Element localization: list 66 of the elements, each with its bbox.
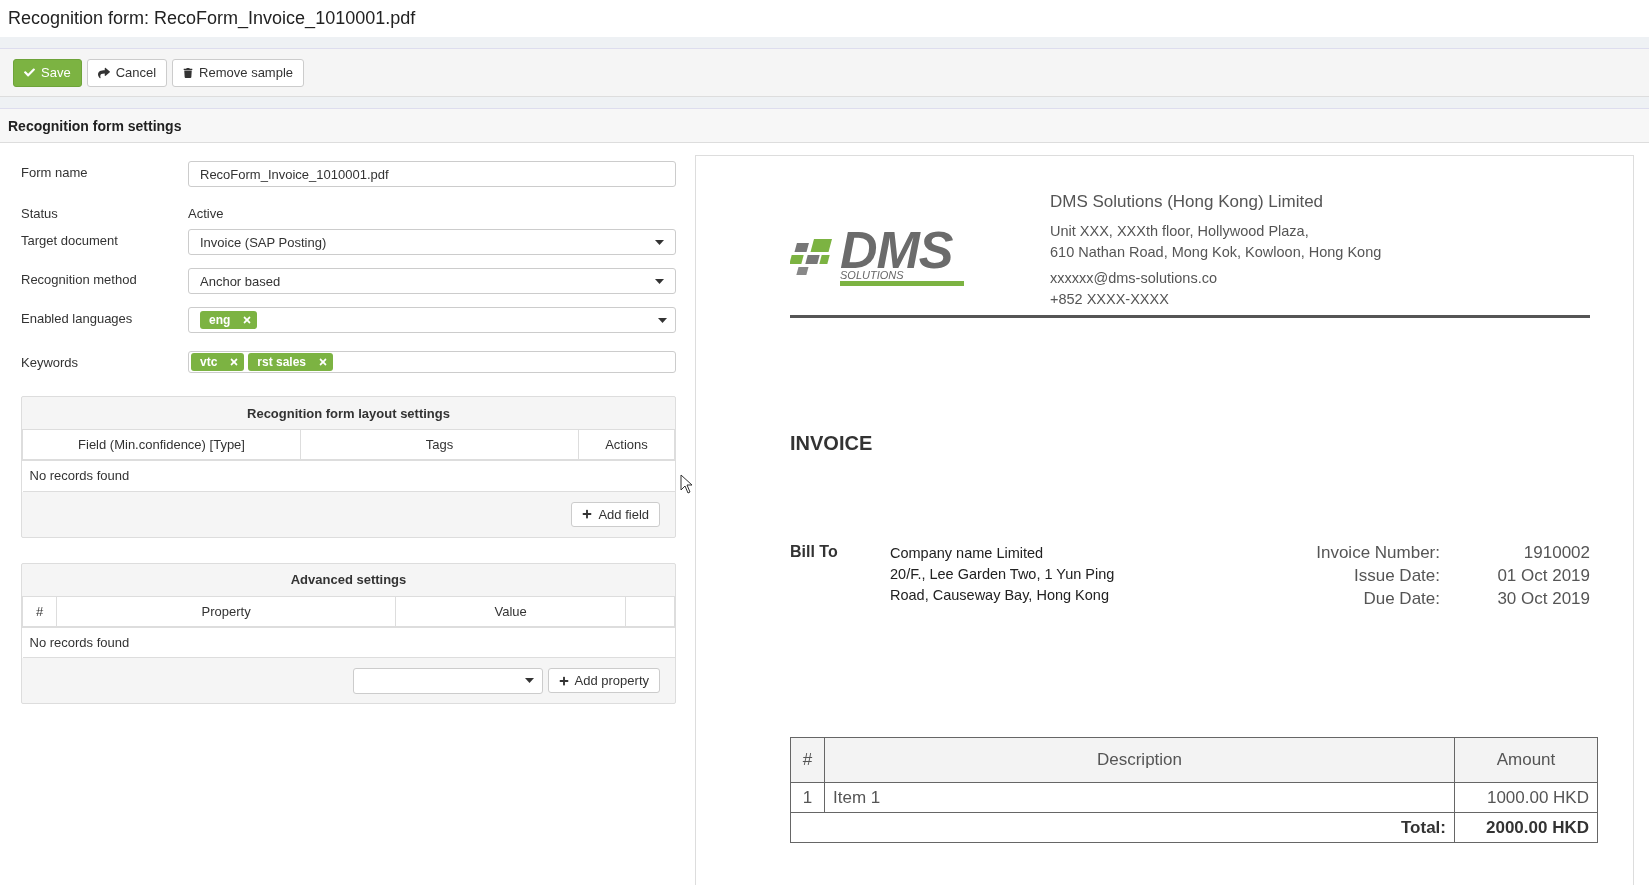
section-title: Recognition form settings: [8, 117, 182, 134]
dropdown-select[interactable]: Anchor based: [188, 268, 676, 294]
meta-value: 01 Oct 2019: [1496, 566, 1590, 586]
mouse-pointer-icon: [680, 474, 694, 494]
invoice-cell: Item 1: [824, 782, 1455, 813]
bill-to-address: Road, Causeway Bay, Hong Kong: [890, 586, 1110, 605]
empty-message: No records found: [22, 626, 675, 658]
total-value: 2000.00 HKD: [1454, 812, 1598, 843]
bill-to-label: Bill To: [790, 543, 839, 562]
company-address: 610 Nathan Road, Mong Kok, Kowloon, Hong Kong: [1050, 243, 1382, 262]
share-arrow-icon: [97, 66, 110, 79]
status-value: Active: [188, 205, 224, 221]
page-title: Recognition form: RecoForm_Invoice_1010001.pdf: [8, 8, 416, 29]
meta-value: 30 Oct 2019: [1496, 589, 1590, 609]
text-input[interactable]: RecoForm_Invoice_1010001.pdf: [188, 161, 676, 187]
column-header: #: [22, 596, 57, 627]
invoice-column-header: Description: [824, 737, 1455, 783]
tag-label: eng: [209, 313, 231, 327]
meta-value: 1910002: [1522, 543, 1590, 563]
field-label: Recognition method: [21, 271, 138, 287]
cancel-button[interactable]: Cancel: [86, 58, 168, 87]
field-label: Status: [21, 205, 59, 221]
meta-label: Invoice Number:: [1316, 543, 1440, 563]
caret-icon: [655, 278, 664, 284]
field-label: Enabled languages: [21, 310, 134, 326]
trash-icon: [183, 67, 194, 78]
remove-icon[interactable]: [242, 315, 253, 325]
field-label: Form name: [21, 164, 89, 180]
property-select[interactable]: [352, 667, 543, 694]
empty-message: No records found: [22, 460, 675, 491]
tag-label: vtc: [200, 355, 218, 369]
tag-label: rst sales: [257, 355, 307, 369]
column-header: Property: [56, 596, 396, 627]
caret-icon: [524, 678, 534, 683]
column-header: Actions: [578, 430, 675, 460]
field-label: Keywords: [21, 354, 80, 370]
company-name: DMS Solutions (Hong Kong) Limited: [1050, 192, 1325, 212]
panel-title: Advanced settings: [22, 563, 675, 597]
remove-icon[interactable]: [318, 357, 329, 367]
caret-icon: [655, 239, 664, 245]
plus-icon: [582, 509, 593, 519]
invoice-column-header: #: [790, 737, 825, 783]
bill-to-address: Company name Limited: [890, 544, 1045, 563]
meta-label: Issue Date:: [1353, 566, 1440, 586]
remove-icon[interactable]: [229, 357, 240, 367]
caret-icon: [658, 317, 667, 323]
add-field-button[interactable]: Add field: [571, 501, 660, 527]
company-phone: +852 XXXX-XXXX: [1050, 290, 1170, 309]
remove-button[interactable]: Remove sample: [172, 58, 305, 87]
column-header: Value: [395, 596, 626, 627]
field-label: Target document: [21, 232, 119, 248]
company-email: xxxxxx@dms-solutions.co: [1050, 269, 1218, 288]
column-header: Tags: [300, 430, 579, 460]
total-label: Total:: [790, 812, 1455, 843]
add-property-button[interactable]: Add property: [547, 668, 660, 693]
invoice-cell: 1: [790, 782, 825, 813]
check-icon: [24, 67, 35, 78]
dropdown-select[interactable]: Invoice (SAP Posting): [188, 229, 676, 255]
column-header: Field (Min.confidence) [Type]: [22, 430, 301, 460]
plus-icon: [558, 675, 569, 686]
bill-to-address: 20/F., Lee Garden Two, 1 Yun Ping: [890, 565, 1116, 584]
invoice-column-header: Amount: [1454, 737, 1598, 783]
invoice-cell: 1000.00 HKD: [1454, 782, 1598, 813]
invoice-heading: INVOICE: [790, 432, 874, 455]
meta-label: Due Date:: [1362, 589, 1440, 609]
company-address: Unit XXX, XXXth floor, Hollywood Plaza,: [1050, 222, 1310, 241]
